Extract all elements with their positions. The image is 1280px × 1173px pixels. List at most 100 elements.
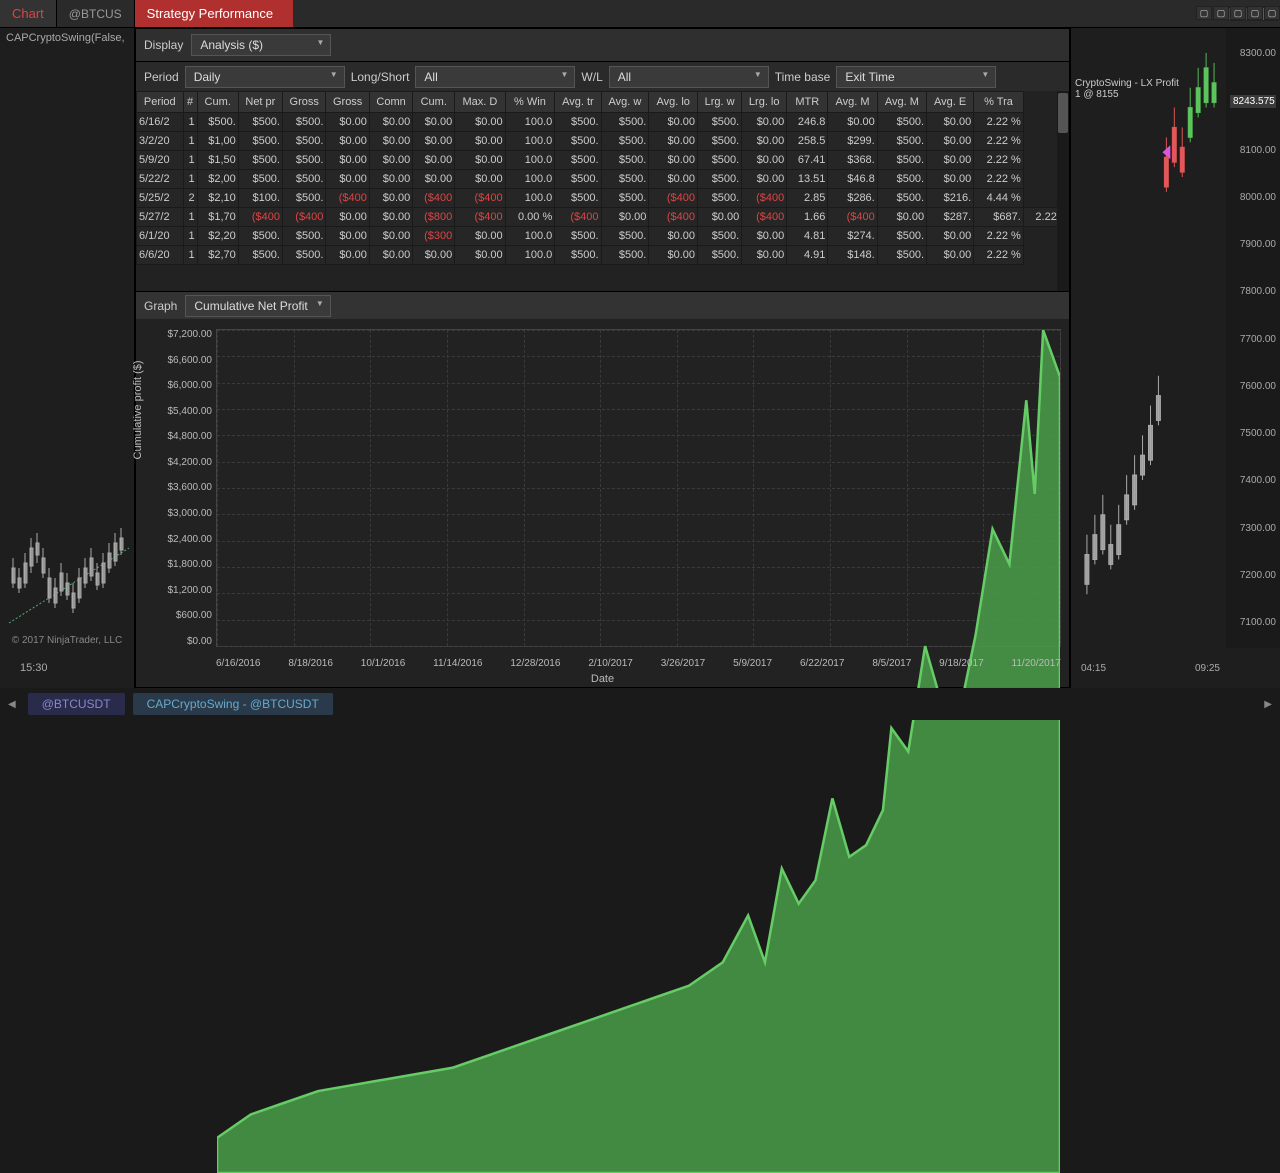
- table-row[interactable]: 5/25/22$2,10$100.$500.($400$0.00($400($4…: [137, 189, 1069, 208]
- table-cell: 1: [183, 132, 197, 151]
- x-tick: 6/16/2016: [216, 658, 261, 669]
- longshort-dropdown[interactable]: All: [415, 66, 575, 88]
- indicator-label: CAPCryptoSwing(False,: [0, 28, 134, 48]
- graph-dropdown[interactable]: Cumulative Net Profit: [185, 295, 330, 317]
- y-tick: $4,800.00: [154, 431, 212, 442]
- table-cell: $0.00: [455, 227, 505, 246]
- table-cell: 258.5: [787, 132, 828, 151]
- filter-toolbar: Period Daily Long/Short All W/L All Time…: [136, 61, 1069, 91]
- table-row[interactable]: 3/2/201$1,00$500.$500.$0.00$0.00$0.00$0.…: [137, 132, 1069, 151]
- table-row[interactable]: 5/22/21$2,00$500.$500.$0.00$0.00$0.00$0.…: [137, 170, 1069, 189]
- outer-btn-3[interactable]: ▢: [1230, 6, 1246, 20]
- price-tick: 8000.00: [1230, 192, 1276, 203]
- scrollbar-thumb[interactable]: [1058, 93, 1068, 133]
- table-cell: $500.: [697, 151, 741, 170]
- copyright-text: © 2017 NinjaTrader, LLC: [0, 635, 134, 646]
- column-header[interactable]: Max. D: [455, 92, 505, 113]
- scroll-right-icon[interactable]: ▶: [1260, 697, 1276, 712]
- table-cell: $0.00: [742, 132, 787, 151]
- table-cell: 5/9/20: [137, 151, 184, 170]
- table-cell: 100.0: [505, 151, 555, 170]
- table-cell: 2.22 %: [974, 170, 1024, 189]
- column-header[interactable]: Gross: [282, 92, 325, 113]
- table-cell: $0.00: [369, 208, 412, 227]
- table-cell: 100.0: [505, 170, 555, 189]
- column-header[interactable]: #: [183, 92, 197, 113]
- table-cell: $0.00: [413, 151, 455, 170]
- timebase-label: Time base: [775, 70, 831, 84]
- current-price-badge: 8243.575: [1230, 95, 1276, 108]
- column-header[interactable]: Avg. lo: [649, 92, 698, 113]
- equity-chart[interactable]: Cumulative profit ($) $7,200.00$6,600.00…: [136, 319, 1069, 687]
- column-header[interactable]: Gross: [326, 92, 369, 113]
- column-header[interactable]: Cum.: [197, 92, 238, 113]
- bottom-tab-symbol[interactable]: @BTCUSDT: [28, 693, 125, 715]
- table-cell: $0.00: [649, 132, 698, 151]
- column-header[interactable]: Period: [137, 92, 184, 113]
- column-header[interactable]: Avg. w: [601, 92, 649, 113]
- tab-chart[interactable]: Chart: [0, 0, 57, 27]
- y-tick: $2,400.00: [154, 534, 212, 545]
- table-cell: $500.: [555, 227, 601, 246]
- left-chart-panel: CAPCryptoSwing(False, © 2017 Nin: [0, 28, 135, 688]
- table-cell: $0.00: [369, 151, 412, 170]
- price-candlestick-chart[interactable]: [1075, 38, 1224, 674]
- table-row[interactable]: 5/9/201$1,50$500.$500.$0.00$0.00$0.00$0.…: [137, 151, 1069, 170]
- plot-region[interactable]: [216, 329, 1061, 647]
- bottom-tab-strategy[interactable]: CAPCryptoSwing - @BTCUSDT: [133, 693, 333, 715]
- column-header[interactable]: MTR: [787, 92, 828, 113]
- table-cell: 4.91: [787, 246, 828, 265]
- column-header[interactable]: Avg. tr: [555, 92, 601, 113]
- table-cell: $500.: [877, 189, 926, 208]
- column-header[interactable]: Avg. M: [828, 92, 877, 113]
- table-cell: 13.51: [787, 170, 828, 189]
- table-scrollbar[interactable]: [1057, 91, 1069, 291]
- table-cell: ($300: [413, 227, 455, 246]
- price-tick: 7500.00: [1230, 428, 1276, 439]
- column-header[interactable]: Comn: [369, 92, 412, 113]
- column-header[interactable]: Net pr: [238, 92, 282, 113]
- table-cell: $0.00: [697, 208, 741, 227]
- mini-candlestick-chart[interactable]: [4, 448, 134, 628]
- column-header[interactable]: % Win: [505, 92, 555, 113]
- table-cell: $0.00: [649, 113, 698, 132]
- period-dropdown[interactable]: Daily: [185, 66, 345, 88]
- table-cell: 5/27/2: [137, 208, 184, 227]
- column-header[interactable]: Avg. E: [927, 92, 974, 113]
- table-cell: $46.8: [828, 170, 877, 189]
- table-cell: $216.: [927, 189, 974, 208]
- outer-btn-5[interactable]: ▢: [1264, 6, 1280, 20]
- display-dropdown[interactable]: Analysis ($): [191, 34, 331, 56]
- table-cell: $500.: [238, 170, 282, 189]
- column-header[interactable]: Lrg. lo: [742, 92, 787, 113]
- tab-strategy-performance[interactable]: Strategy Performance: [135, 0, 293, 27]
- outer-btn-4[interactable]: ▢: [1247, 6, 1263, 20]
- scroll-left-icon[interactable]: ◀: [4, 697, 20, 712]
- column-header[interactable]: Avg. M: [877, 92, 926, 113]
- performance-table[interactable]: Period#Cum.Net prGrossGrossComnCum.Max. …: [136, 91, 1069, 265]
- table-row[interactable]: 6/16/21$500.$500.$500.$0.00$0.00$0.00$0.…: [137, 113, 1069, 132]
- column-header[interactable]: % Tra: [974, 92, 1024, 113]
- column-header[interactable]: Lrg. w: [697, 92, 741, 113]
- table-cell: $500.: [238, 227, 282, 246]
- wl-label: W/L: [581, 70, 602, 84]
- table-row[interactable]: 5/27/21$1,70($400($400$0.00$0.00($800($4…: [137, 208, 1069, 227]
- table-cell: $0.00: [455, 113, 505, 132]
- table-cell: $500.: [555, 113, 601, 132]
- table-cell: $0.00: [326, 246, 369, 265]
- table-row[interactable]: 6/6/201$2,70$500.$500.$0.00$0.00$0.00$0.…: [137, 246, 1069, 265]
- table-cell: 1: [183, 246, 197, 265]
- table-cell: 2.22 %: [974, 151, 1024, 170]
- column-header[interactable]: Cum.: [413, 92, 455, 113]
- table-row[interactable]: 6/1/201$2,20$500.$500.$0.00$0.00($300$0.…: [137, 227, 1069, 246]
- table-cell: $0.00: [828, 113, 877, 132]
- x-tick: 11/14/2016: [433, 658, 482, 669]
- outer-btn-2[interactable]: ▢: [1213, 6, 1229, 20]
- table-cell: 2.85: [787, 189, 828, 208]
- tab-symbol[interactable]: @BTCUS: [57, 0, 135, 27]
- timebase-dropdown[interactable]: Exit Time: [836, 66, 996, 88]
- table-cell: $0.00: [877, 208, 926, 227]
- table-cell: 2: [183, 189, 197, 208]
- outer-btn-1[interactable]: ▢: [1196, 6, 1212, 20]
- wl-dropdown[interactable]: All: [609, 66, 769, 88]
